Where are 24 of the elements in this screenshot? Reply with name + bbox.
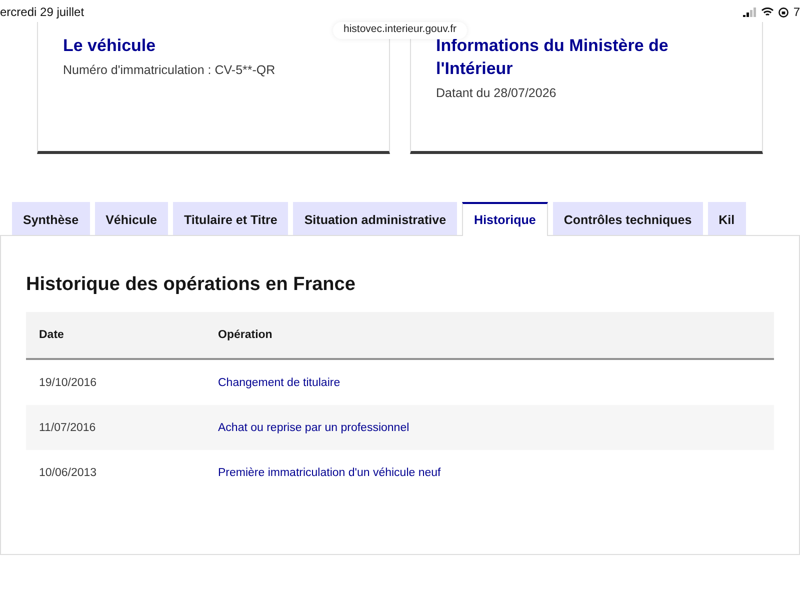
date-cell: 19/10/2016 <box>26 359 205 405</box>
tab[interactable]: Véhicule <box>94 202 168 235</box>
date-cell: 10/06/2013 <box>26 450 205 495</box>
card-text: Numéro d'immatriculation : CV-5**-QR <box>63 63 276 77</box>
tab[interactable]: Historique <box>462 202 548 236</box>
battery-percent: 7 <box>793 5 800 19</box>
date-cell: 11/07/2016 <box>26 405 205 450</box>
operation-cell: Première immatriculation d'un véhicule neuf <box>205 450 774 495</box>
tab[interactable]: Contrôles techniques <box>552 202 703 235</box>
tab[interactable]: Titulaire et Titre <box>173 202 288 235</box>
operation-cell: Achat ou reprise par un professionnel <box>205 405 774 450</box>
url-bar[interactable]: histovec.interieur.gouv.fr <box>333 22 467 39</box>
tab[interactable]: Kil <box>708 202 746 235</box>
status-date: ercredi 29 juillet <box>0 5 84 19</box>
operation-cell: Changement de titulaire <box>205 359 774 405</box>
card-text: Datant du 28/07/2026 <box>436 86 558 100</box>
signal-icon <box>743 7 758 17</box>
tab[interactable]: Synthèse <box>12 202 90 235</box>
section-heading: Historique des opérations en France <box>26 274 356 296</box>
column-header: Opération <box>205 312 774 359</box>
column-header: Date <box>26 312 205 359</box>
card-title: Le véhicule <box>63 35 157 57</box>
tab[interactable]: Situation administrative <box>293 202 458 235</box>
wifi-icon <box>761 7 774 17</box>
